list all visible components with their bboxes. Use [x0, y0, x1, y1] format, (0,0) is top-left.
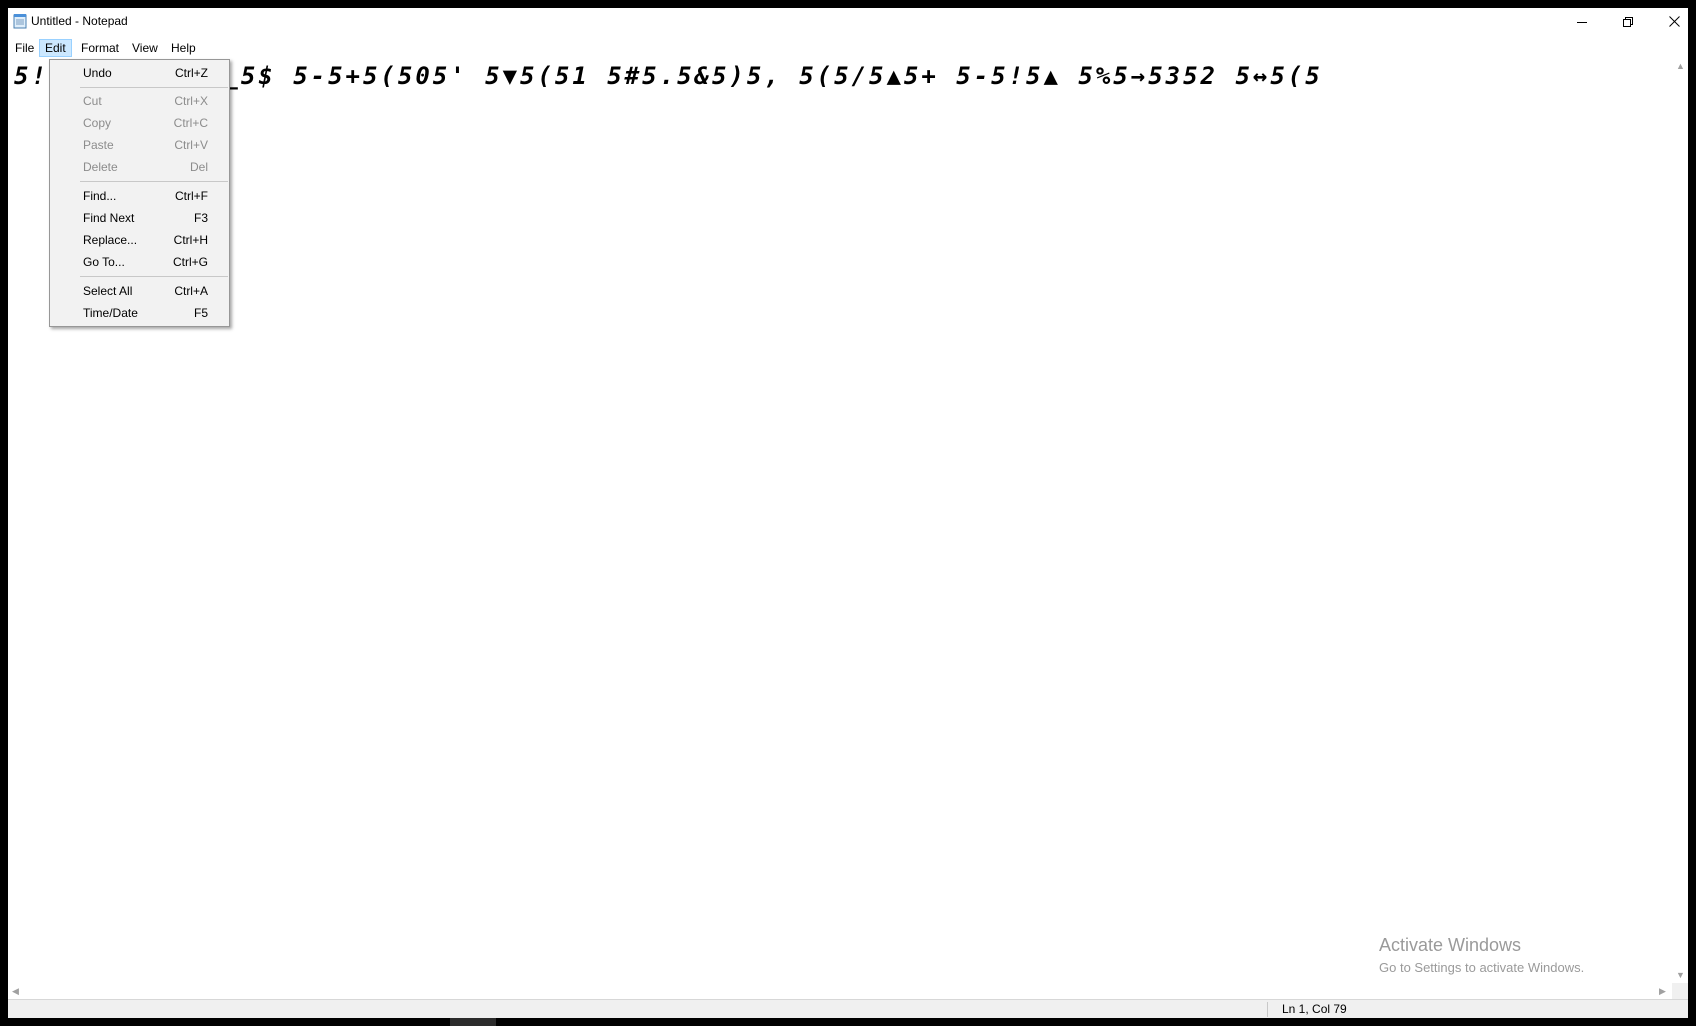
menu-item-shortcut: Ctrl+V — [174, 138, 208, 152]
notepad-icon[interactable] — [13, 13, 27, 29]
menu-file[interactable]: File — [10, 39, 39, 57]
minimize-icon — [1577, 14, 1587, 32]
horizontal-scrollbar[interactable]: ◀ ▶ — [8, 983, 1672, 999]
notepad-window: Untitled - Notepad File Edit Format View… — [8, 8, 1688, 1018]
menu-help[interactable]: Help — [166, 39, 201, 57]
title-bar[interactable]: Untitled - Notepad — [8, 8, 1688, 38]
scroll-left-icon[interactable]: ◀ — [12, 986, 19, 996]
scroll-up-icon[interactable]: ▲ — [1676, 61, 1685, 71]
vertical-scrollbar[interactable]: ▲ ▼ — [1672, 58, 1688, 983]
menu-item-cut[interactable]: Cut Ctrl+X — [50, 90, 229, 112]
edit-menu-dropdown: Undo Ctrl+Z Cut Ctrl+X Copy Ctrl+C Paste… — [49, 59, 230, 327]
menu-item-select-all[interactable]: Select All Ctrl+A — [50, 280, 229, 302]
menu-format[interactable]: Format — [76, 39, 124, 57]
menu-bar: File Edit Format View Help — [8, 38, 1688, 58]
menu-item-copy[interactable]: Copy Ctrl+C — [50, 112, 229, 134]
restore-button[interactable] — [1605, 8, 1651, 38]
menu-item-shortcut: Ctrl+X — [174, 94, 208, 108]
activate-windows-subtitle: Go to Settings to activate Windows. — [1379, 960, 1585, 975]
menu-item-label: Delete — [83, 160, 118, 174]
menu-item-shortcut: Ctrl+G — [172, 255, 208, 269]
menu-item-shortcut: Del — [189, 160, 208, 174]
menu-item-shortcut: Ctrl+C — [173, 116, 208, 130]
menu-item-shortcut: Ctrl+H — [173, 233, 208, 247]
menu-item-label: Find Next — [83, 211, 135, 225]
activate-windows-title: Activate Windows — [1379, 935, 1522, 955]
taskbar-edge — [450, 1018, 496, 1026]
menu-item-label: Replace... — [83, 233, 138, 247]
menu-item-delete[interactable]: Delete Del — [50, 156, 229, 178]
menu-separator — [80, 276, 228, 277]
menu-edit[interactable]: Edit — [39, 39, 72, 57]
menu-item-time-date[interactable]: Time/Date F5 — [50, 302, 229, 324]
menu-view[interactable]: View — [127, 39, 163, 57]
menu-item-shortcut: Ctrl+A — [174, 284, 208, 298]
menu-item-paste[interactable]: Paste Ctrl+V — [50, 134, 229, 156]
menu-item-go-to[interactable]: Go To... Ctrl+G — [50, 251, 229, 273]
menu-item-label: Time/Date — [83, 306, 138, 320]
scrollbar-corner — [1672, 983, 1688, 999]
menu-item-shortcut: Ctrl+Z — [175, 66, 208, 80]
status-divider — [1267, 1002, 1268, 1017]
status-bar: Ln 1, Col 79 — [8, 999, 1688, 1018]
menu-item-label: Select All — [83, 284, 133, 298]
cursor-position: Ln 1, Col 79 — [1282, 1002, 1347, 1016]
menu-item-label: Copy — [83, 116, 112, 130]
menu-item-undo[interactable]: Undo Ctrl+Z — [50, 62, 229, 84]
minimize-button[interactable] — [1559, 8, 1605, 38]
menu-item-label: Find... — [83, 189, 117, 203]
scroll-right-icon[interactable]: ▶ — [1659, 986, 1666, 996]
close-icon — [1668, 14, 1680, 32]
menu-item-shortcut: F3 — [193, 211, 208, 225]
menu-item-shortcut: Ctrl+F — [175, 189, 208, 203]
menu-item-shortcut: F5 — [193, 306, 208, 320]
menu-item-label: Undo — [83, 66, 112, 80]
menu-item-replace[interactable]: Replace... Ctrl+H — [50, 229, 229, 251]
window-title: Untitled - Notepad — [31, 14, 128, 28]
scroll-down-icon[interactable]: ▼ — [1676, 970, 1685, 980]
close-button[interactable] — [1651, 8, 1688, 38]
restore-icon — [1623, 14, 1633, 32]
menu-item-label: Go To... — [83, 255, 125, 269]
menu-item-label: Paste — [83, 138, 114, 152]
menu-separator — [80, 87, 228, 88]
menu-item-find[interactable]: Find... Ctrl+F — [50, 185, 229, 207]
menu-item-label: Cut — [83, 94, 102, 108]
menu-item-find-next[interactable]: Find Next F3 — [50, 207, 229, 229]
menu-separator — [80, 181, 228, 182]
text-editor[interactable]: 5! '5_5$ 5-5+5(505' 5▼5(51 5#5.5&5)5, 5(… — [8, 58, 1672, 983]
